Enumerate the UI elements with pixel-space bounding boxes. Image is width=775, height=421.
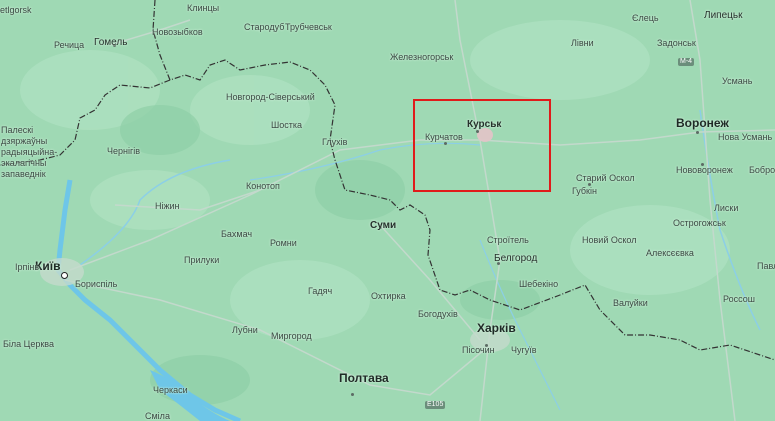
sumy-label: Суми [370, 220, 397, 231]
hlukhiv-label: Глухів [322, 137, 348, 147]
stroitel-label: Строїтель [487, 235, 529, 245]
staryi-oskol-label: Старий Оскол [576, 173, 635, 183]
ostrogozhsk-label: Острогожськ [673, 218, 726, 228]
vetlgorsk-label: etlgorsk [0, 5, 32, 15]
kyiv-marker[interactable] [61, 272, 68, 279]
boryspil-label: Бориспіль [75, 279, 118, 289]
gubkin-label: Губкін [572, 186, 597, 196]
bobrov-label: Бобров [749, 165, 775, 175]
poltava-marker[interactable] [351, 393, 354, 396]
starodub-label: Стародуб [244, 22, 285, 32]
novozybkov-label: Новозыбков [152, 27, 203, 37]
lubny-label: Лубни [232, 325, 258, 335]
m4-highway-shield: М-4 [678, 58, 695, 66]
gomel-label: Гомель [94, 37, 128, 48]
rossosh-label: Россош [723, 294, 755, 304]
liski-label: Лиски [714, 203, 739, 213]
voronezh-label: Воронеж [676, 116, 729, 130]
rechitsa-label: Речица [54, 40, 85, 50]
belgorod-label: Белгород [494, 253, 538, 264]
trubchevsk-label: Трубчевськ [285, 22, 332, 32]
pavlovsk-label: Павл [757, 261, 775, 271]
bohodukhiv-label: Богодухів [418, 309, 458, 319]
zadonsk-label: Задонськ [657, 38, 696, 48]
e105-highway-shield: E105 [425, 401, 446, 409]
poltava-label: Полтава [339, 371, 389, 385]
myrhorod-label: Миргород [271, 331, 312, 341]
shostka-label: Шостка [271, 120, 303, 130]
pryluky-label: Прилуки [184, 255, 220, 265]
alekseevka-label: Алексєєвка [646, 248, 694, 258]
romny-label: Ромни [270, 238, 297, 248]
usman-label: Усмань [722, 76, 753, 86]
okhtyrka-label: Охтирка [371, 291, 406, 301]
novyi-oskol-label: Новий Оскол [582, 235, 637, 245]
shebekino-label: Шебекіно [519, 279, 559, 289]
map-view[interactable]: М-4 E105 etlgorsk Клинцы Стародуб Трубче… [0, 0, 775, 421]
livny-label: Лівни [571, 38, 594, 48]
nova-usman-label: Нова Усмань [718, 132, 773, 142]
hadiach-label: Гадяч [308, 286, 333, 296]
bila-tserkva-label: Біла Церква [3, 339, 54, 349]
polesie-reserve-label: Палескі дзяржаўны радыяцыйна- экалагічны… [1, 125, 58, 179]
lipetsk-label: Липецьк [704, 10, 743, 21]
konotop-label: Конотоп [246, 181, 280, 191]
klintsy-label: Клинцы [187, 3, 220, 13]
nizhyn-label: Ніжин [155, 201, 180, 211]
pisochyn-label: Пісочин [462, 345, 495, 355]
valuyki-label: Валуйки [613, 298, 648, 308]
novgorod-siverskyi-label: Новгород-Сіверський [226, 92, 315, 102]
chuhuiv-label: Чугуїв [511, 345, 537, 355]
kursk-region-highlight-box [413, 99, 551, 192]
chernihiv-label: Чернігів [107, 146, 141, 156]
kharkiv-label: Харків [477, 321, 516, 335]
zheleznogorsk-label: Железногорськ [390, 52, 454, 62]
cherkasy-label: Черкаси [153, 385, 188, 395]
smila-label: Смілa [145, 411, 170, 421]
map-base-layer [0, 0, 775, 421]
bakhmach-label: Бахмач [221, 229, 253, 239]
yelets-label: Єлець [632, 13, 659, 23]
voronezh-marker[interactable] [696, 131, 699, 134]
irpin-label: Ірпінь [15, 262, 40, 272]
novovoronezh-label: Нововоронеж [676, 165, 733, 175]
